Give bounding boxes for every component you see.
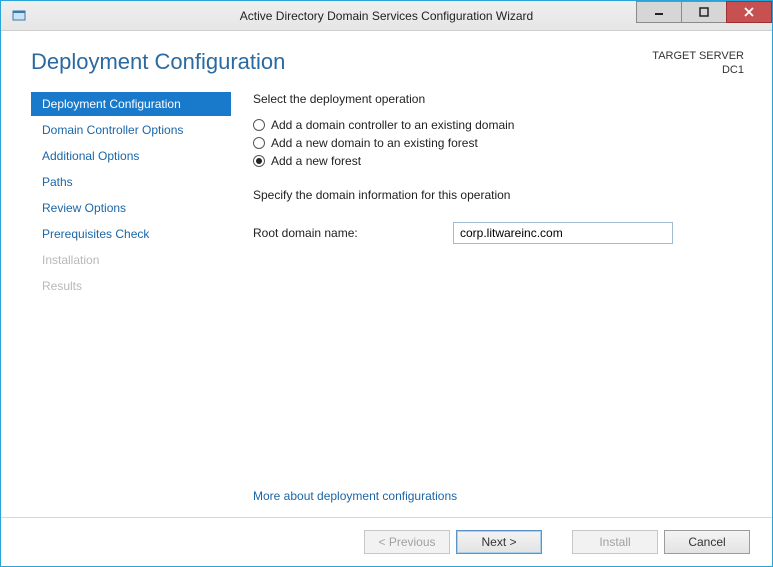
root-domain-input[interactable] bbox=[453, 222, 673, 244]
heading-row: Deployment Configuration TARGET SERVER D… bbox=[1, 31, 772, 78]
step-prerequisites-check[interactable]: Prerequisites Check bbox=[31, 222, 231, 246]
radio-icon bbox=[253, 119, 265, 131]
maximize-button[interactable] bbox=[681, 1, 727, 23]
specify-domain-label: Specify the domain information for this … bbox=[253, 188, 744, 202]
root-domain-label: Root domain name: bbox=[253, 226, 453, 240]
app-icon bbox=[5, 2, 33, 30]
step-review-options[interactable]: Review Options bbox=[31, 196, 231, 220]
footer: < Previous Next > Install Cancel bbox=[1, 517, 772, 566]
select-operation-label: Select the deployment operation bbox=[253, 92, 744, 106]
wizard-steps: Deployment Configuration Domain Controll… bbox=[31, 92, 231, 517]
step-deployment-configuration[interactable]: Deployment Configuration bbox=[31, 92, 231, 116]
close-button[interactable] bbox=[726, 1, 772, 23]
radio-label: Add a domain controller to an existing d… bbox=[271, 118, 514, 132]
target-server-label: TARGET SERVER bbox=[652, 49, 744, 63]
radio-label: Add a new domain to an existing forest bbox=[271, 136, 478, 150]
step-installation: Installation bbox=[31, 248, 231, 272]
radio-icon bbox=[253, 137, 265, 149]
more-about-link[interactable]: More about deployment configurations bbox=[253, 489, 744, 517]
spacer bbox=[548, 530, 566, 554]
next-button[interactable]: Next > bbox=[456, 530, 542, 554]
cancel-button[interactable]: Cancel bbox=[664, 530, 750, 554]
step-paths[interactable]: Paths bbox=[31, 170, 231, 194]
minimize-button[interactable] bbox=[636, 1, 682, 23]
content: Deployment Configuration TARGET SERVER D… bbox=[1, 31, 772, 566]
target-server-block: TARGET SERVER DC1 bbox=[652, 49, 744, 78]
step-results: Results bbox=[31, 274, 231, 298]
radio-label: Add a new forest bbox=[271, 154, 361, 168]
step-domain-controller-options[interactable]: Domain Controller Options bbox=[31, 118, 231, 142]
radio-icon bbox=[253, 155, 265, 167]
radio-add-new-forest[interactable]: Add a new forest bbox=[253, 154, 744, 168]
radio-add-domain-existing-forest[interactable]: Add a new domain to an existing forest bbox=[253, 136, 744, 150]
window-controls bbox=[637, 1, 772, 23]
previous-button: < Previous bbox=[364, 530, 450, 554]
radio-add-dc-existing-domain[interactable]: Add a domain controller to an existing d… bbox=[253, 118, 744, 132]
page-title: Deployment Configuration bbox=[31, 49, 285, 75]
target-server-value: DC1 bbox=[652, 63, 744, 77]
root-domain-row: Root domain name: bbox=[253, 222, 744, 244]
install-button: Install bbox=[572, 530, 658, 554]
step-additional-options[interactable]: Additional Options bbox=[31, 144, 231, 168]
panel: Select the deployment operation Add a do… bbox=[231, 92, 744, 517]
main-row: Deployment Configuration Domain Controll… bbox=[1, 78, 772, 517]
titlebar: Active Directory Domain Services Configu… bbox=[1, 1, 772, 31]
